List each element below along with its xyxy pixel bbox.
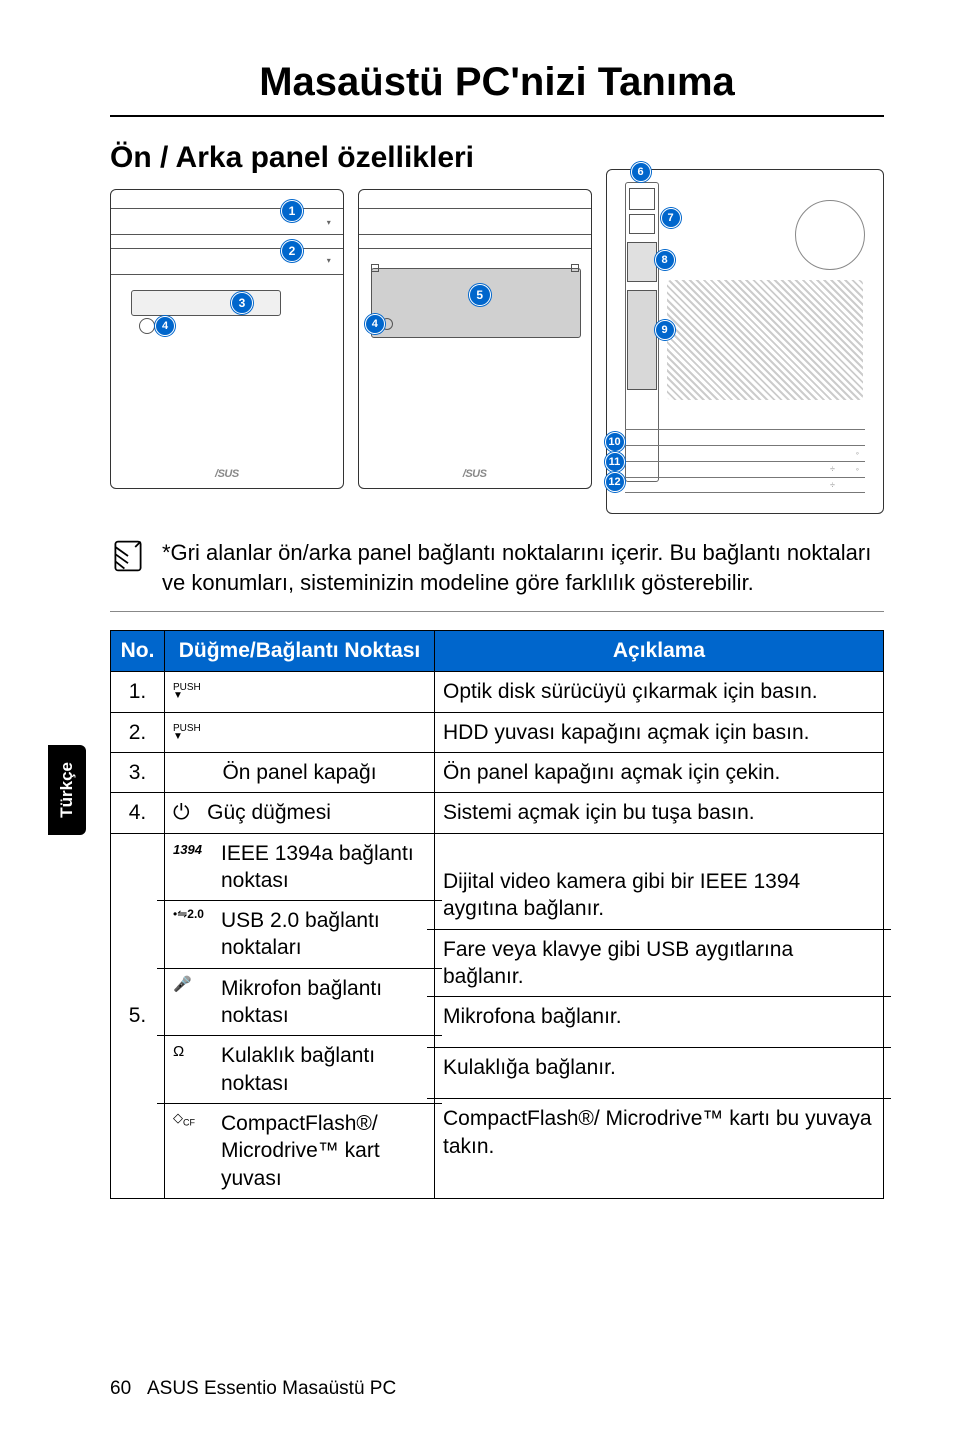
asus-logo: /SUS bbox=[215, 468, 239, 480]
callout-4b: 4 bbox=[365, 314, 385, 334]
callout-7: 7 bbox=[661, 208, 681, 228]
usb-icon: •⇋2.0 bbox=[173, 907, 215, 923]
headphone-icon: Ω bbox=[173, 1042, 215, 1062]
table-row: 3. Ön panel kapağı Ön panel kapağını açm… bbox=[111, 752, 884, 792]
table-row: 4. ⏻ Güç düğmesi Sistemi açmak için bu t… bbox=[111, 793, 884, 833]
asus-logo-2: /SUS bbox=[463, 468, 487, 480]
push-icon: PUSH▼ bbox=[173, 683, 201, 699]
panel-diagrams: ▾ ▾ 1 2 3 4 /SUS 5 4 /SUS bbox=[110, 189, 884, 514]
cf-icon: ◇CF bbox=[173, 1110, 215, 1129]
power-icon: ⏻ bbox=[173, 801, 190, 824]
th-no: No. bbox=[111, 631, 165, 672]
front-panel-1: ▾ ▾ 1 2 3 4 /SUS bbox=[110, 189, 344, 489]
th-desc: Açıklama bbox=[435, 631, 884, 672]
push-icon: PUSH▼ bbox=[173, 724, 201, 740]
mic-icon: 🎤 bbox=[173, 975, 215, 995]
callout-10: 10 bbox=[605, 432, 625, 452]
note-icon bbox=[110, 538, 146, 574]
table-row: 2. PUSH▼ HDD yuvası kapağını açmak için … bbox=[111, 712, 884, 752]
front-panel-2: 5 4 /SUS bbox=[358, 189, 592, 489]
callout-11: 11 bbox=[605, 452, 625, 472]
page-footer: 60 ASUS Essentio Masaüstü PC bbox=[110, 1378, 396, 1400]
note-block: *Gri alanlar ön/arka panel bağlantı nokt… bbox=[110, 538, 884, 612]
language-tab: Türkçe bbox=[48, 745, 86, 835]
th-btn: Düğme/Bağlantı Noktası bbox=[165, 631, 435, 672]
back-panel: ◦ ÷◦ ÷ 6 7 8 9 10 11 12 bbox=[606, 169, 885, 514]
table-row: 1. PUSH▼ Optik disk sürücüyü çıkarmak iç… bbox=[111, 672, 884, 712]
note-text: *Gri alanlar ön/arka panel bağlantı nokt… bbox=[162, 538, 884, 597]
callout-4a: 4 bbox=[155, 316, 175, 336]
callout-8: 8 bbox=[655, 250, 675, 270]
page-title: Masaüstü PC'nizi Tanıma bbox=[110, 60, 884, 117]
callout-5: 5 bbox=[469, 284, 491, 306]
callout-6: 6 bbox=[631, 162, 651, 182]
callout-2: 2 bbox=[281, 240, 303, 262]
callout-12: 12 bbox=[605, 472, 625, 492]
callout-9: 9 bbox=[655, 320, 675, 340]
features-table: No. Düğme/Bağlantı Noktası Açıklama 1. P… bbox=[110, 630, 884, 1198]
ieee1394-icon: 1394 bbox=[173, 840, 215, 860]
callout-3: 3 bbox=[231, 292, 253, 314]
callout-1: 1 bbox=[281, 200, 303, 222]
table-row: 5. 1394IEEE 1394a bağlantı noktası •⇋2.0… bbox=[111, 833, 884, 1198]
